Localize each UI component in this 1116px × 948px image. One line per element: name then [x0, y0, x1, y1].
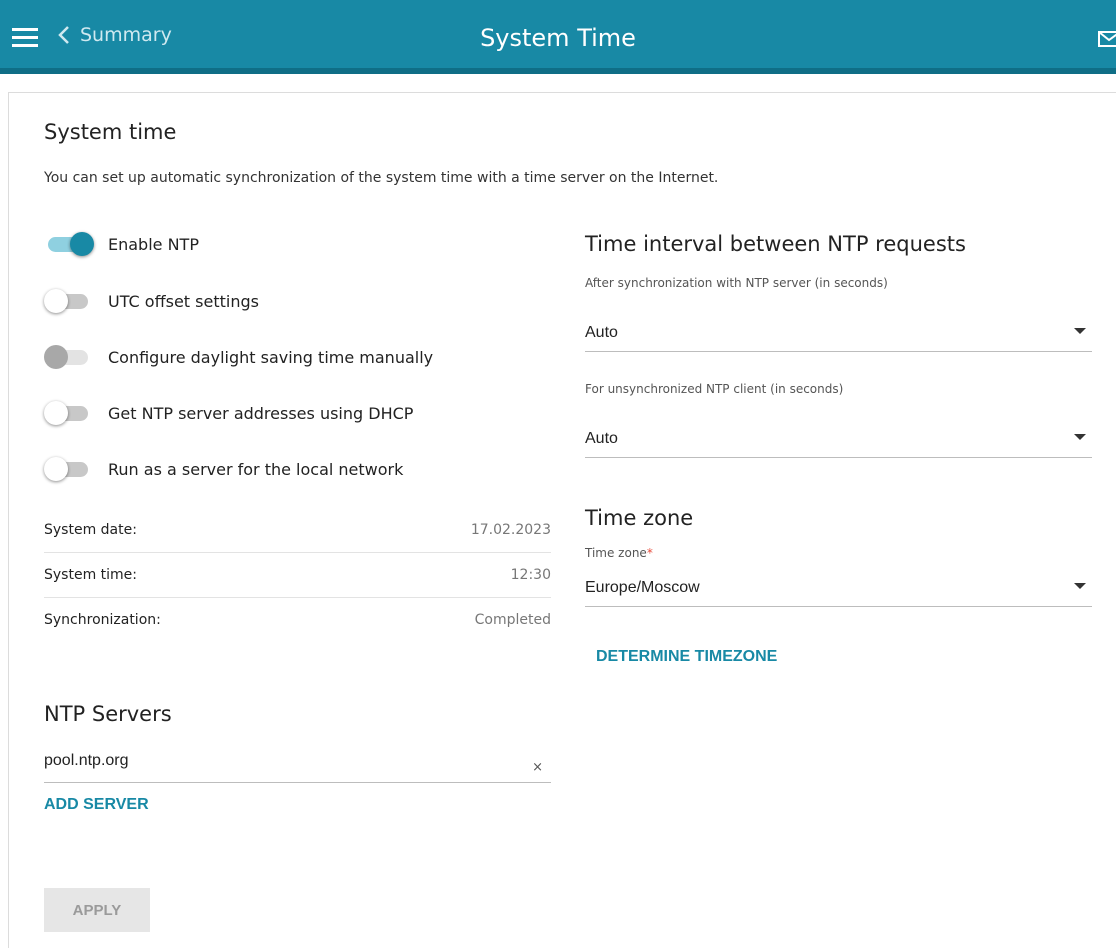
ntp-server-input[interactable]: pool.ntp.org ×: [44, 748, 551, 783]
mail-icon[interactable]: [1098, 30, 1116, 48]
clear-icon[interactable]: ×: [532, 760, 543, 775]
info-label: System time:: [44, 567, 138, 583]
after-sync-select[interactable]: Auto: [585, 311, 1092, 352]
ntp-server-value: pool.ntp.org: [44, 752, 129, 769]
toggle-enable-ntp[interactable]: Enable NTP: [44, 231, 199, 257]
interval-title: Time interval between NTP requests: [585, 232, 966, 256]
unsync-value: Auto: [585, 430, 618, 447]
back-link[interactable]: Summary: [58, 24, 172, 46]
switch-icon[interactable]: [44, 456, 94, 482]
timezone-label-text: Time zone: [585, 546, 647, 560]
caret-down-icon: [1074, 328, 1086, 334]
toggle-label: Get NTP server addresses using DHCP: [108, 403, 414, 423]
add-server-button[interactable]: ADD SERVER: [44, 796, 149, 814]
after-sync-value: Auto: [585, 324, 618, 341]
chevron-left-icon: [58, 26, 69, 44]
system-time-title: System time: [44, 120, 177, 144]
timezone-value: Europe/Moscow: [585, 579, 700, 596]
toggle-ntp-dhcp[interactable]: Get NTP server addresses using DHCP: [44, 400, 413, 426]
info-row-synchronization: Synchronization: Completed: [44, 598, 551, 642]
info-row-system-time: System time: 12:30: [44, 553, 551, 598]
info-label: Synchronization:: [44, 612, 161, 628]
timezone-select[interactable]: Europe/Moscow: [585, 566, 1092, 607]
unsync-label: For unsynchronized NTP client (in second…: [585, 382, 844, 396]
toggle-label: Configure daylight saving time manually: [108, 347, 434, 367]
unsync-select[interactable]: Auto: [585, 417, 1092, 458]
info-value: 17.02.2023: [470, 522, 551, 538]
info-value: Completed: [474, 612, 551, 628]
toggle-label: UTC offset settings: [108, 291, 259, 311]
caret-down-icon: [1074, 583, 1086, 589]
switch-icon[interactable]: [44, 288, 94, 314]
switch-icon: [44, 344, 94, 370]
required-mark: *: [646, 546, 653, 560]
toggle-daylight-saving: Configure daylight saving time manually: [44, 344, 433, 370]
status-table: System date: 17.02.2023 System time: 12:…: [44, 508, 551, 642]
top-bar: Summary System Time: [0, 0, 1116, 74]
timezone-title: Time zone: [585, 506, 694, 530]
menu-icon[interactable]: [12, 28, 38, 48]
toggle-utc-offset[interactable]: UTC offset settings: [44, 288, 259, 314]
info-value: 12:30: [510, 567, 551, 583]
switch-icon[interactable]: [44, 400, 94, 426]
toggle-label: Enable NTP: [108, 234, 199, 254]
determine-timezone-button[interactable]: DETERMINE TIMEZONE: [596, 648, 777, 666]
after-sync-label: After synchronization with NTP server (i…: [585, 276, 888, 290]
info-row-system-date: System date: 17.02.2023: [44, 508, 551, 553]
ntp-servers-title: NTP Servers: [44, 702, 172, 726]
toggle-label: Run as a server for the local network: [108, 459, 404, 479]
info-label: System date:: [44, 522, 137, 538]
switch-icon[interactable]: [44, 231, 94, 257]
toggle-local-server[interactable]: Run as a server for the local network: [44, 456, 403, 482]
system-time-description: You can set up automatic synchronization…: [44, 170, 719, 186]
back-link-label: Summary: [80, 24, 172, 46]
timezone-field-label: Time zone*: [585, 546, 653, 560]
apply-button[interactable]: APPLY: [44, 888, 150, 932]
caret-down-icon: [1074, 434, 1086, 440]
